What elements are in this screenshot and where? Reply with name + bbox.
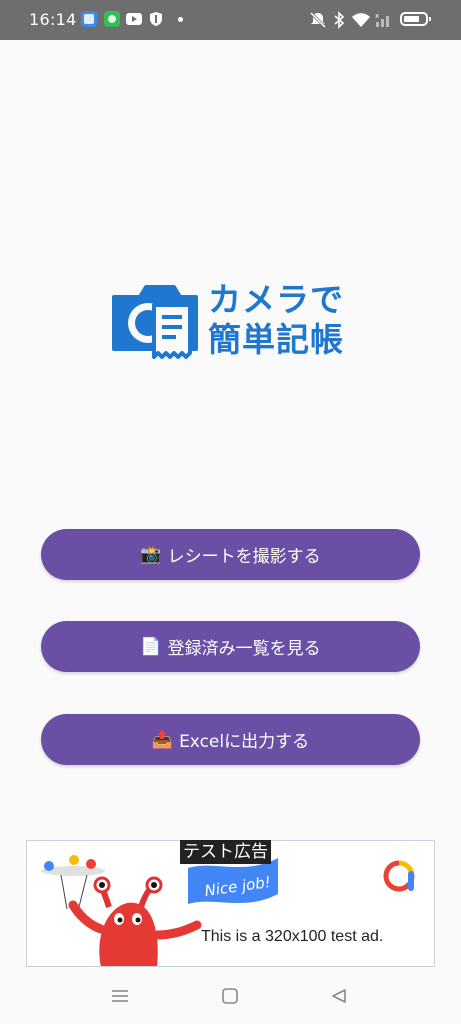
test-ad-label: テスト広告 xyxy=(180,840,271,864)
bluetooth-icon xyxy=(333,11,345,33)
shield-icon xyxy=(148,11,164,31)
view-registered-list-label: 登録済み一覧を見る xyxy=(167,639,321,659)
outbox-tray-icon: 📤 xyxy=(151,729,174,750)
take-receipt-photo-button[interactable]: 📸 レシートを撮影する xyxy=(41,529,420,580)
document-icon: 📄 xyxy=(140,636,162,657)
app-icon-blue xyxy=(81,11,97,27)
svg-text:x: x xyxy=(375,12,379,20)
mute-icon xyxy=(309,11,327,33)
back-icon[interactable] xyxy=(330,988,348,1008)
logo-line-1: カメラで xyxy=(208,280,344,319)
camera-receipt-logo-icon xyxy=(110,283,200,365)
export-excel-button[interactable]: 📤 Excelに出力する xyxy=(41,714,420,765)
notification-dot xyxy=(178,17,183,22)
google-ads-logo xyxy=(383,860,415,892)
export-excel-label: Excelに出力する xyxy=(179,732,310,752)
wifi-icon xyxy=(351,11,371,33)
ad-description: This is a 320x100 test ad. xyxy=(201,928,384,945)
take-receipt-photo-label: レシートを撮影する xyxy=(167,547,321,567)
signal-icon: x xyxy=(374,11,394,33)
navigation-bar xyxy=(0,968,461,1024)
app-logo-text: カメラで 簡単記帳 xyxy=(208,280,344,360)
youtube-icon xyxy=(125,11,143,31)
status-time: 16:14 xyxy=(29,10,77,29)
camera-flash-icon: 📸 xyxy=(140,544,162,565)
app-icon-green xyxy=(104,11,120,27)
menu-icon[interactable] xyxy=(111,988,129,1008)
view-registered-list-button[interactable]: 📄 登録済み一覧を見る xyxy=(41,621,420,672)
home-icon[interactable] xyxy=(221,988,239,1008)
status-bar: 16:14 x xyxy=(0,0,461,40)
logo-line-2: 簡単記帳 xyxy=(208,320,344,359)
battery-icon xyxy=(400,12,431,26)
